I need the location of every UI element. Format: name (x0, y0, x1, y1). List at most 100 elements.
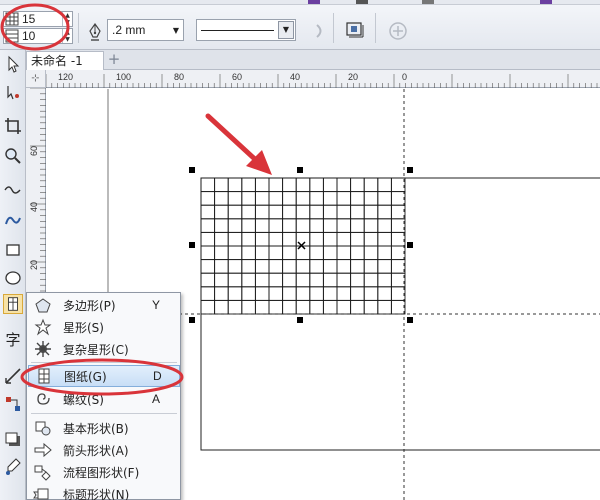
polygon-tool-icon[interactable] (3, 294, 23, 314)
pick-tool-icon[interactable] (3, 54, 23, 74)
graph-paper-cell (254, 245, 270, 261)
selection-handle[interactable] (297, 167, 303, 173)
add-tab-icon[interactable]: + (106, 52, 122, 68)
graph-paper-cell (282, 286, 297, 301)
flyout-item-label: 图纸(G) (64, 369, 107, 384)
graph-paper-cell (322, 299, 338, 315)
graph-paper-cell (254, 231, 270, 247)
eyedropper-tool-icon[interactable] (3, 456, 23, 476)
smart-draw-tool-icon[interactable] (3, 210, 23, 230)
graph-paper-cell (336, 231, 352, 247)
rectangle-tool-icon[interactable] (3, 240, 23, 260)
dimension-tool-icon[interactable] (3, 366, 23, 386)
graph-paper-cell (214, 204, 229, 220)
graph-paper-cell (241, 245, 256, 261)
flyout-item-basic-shapes[interactable]: 基本形状(B) (28, 417, 180, 439)
flyout-item-star[interactable]: 星形(S) (28, 316, 180, 338)
selection-handle[interactable] (407, 167, 413, 173)
flyout-item-flowchart-shapes[interactable]: 流程图形状(F) (28, 461, 180, 483)
ruler-origin[interactable]: ⊹ (26, 70, 46, 88)
selection-handle[interactable] (407, 242, 413, 248)
outline-width-select[interactable]: .2 mm ▼ (107, 19, 184, 41)
line-style-select[interactable]: ▼ (196, 19, 296, 41)
zoom-tool-icon[interactable] (3, 146, 23, 166)
selection-handle[interactable] (189, 317, 195, 323)
graph-paper-cell (254, 272, 270, 288)
flyout-item-label: 箭头形状(A) (63, 443, 129, 458)
divider (31, 362, 177, 363)
flyout-item-complex-star[interactable]: 复杂星形(C) (28, 338, 180, 360)
graph-paper-cell (295, 177, 311, 193)
graph-paper-cell (309, 259, 324, 274)
selection-handle[interactable] (297, 317, 303, 323)
graph-paper-cell (363, 272, 379, 288)
center-marker-icon (297, 241, 306, 250)
ruler-label: 60 (232, 72, 243, 82)
shape-tool-icon[interactable] (3, 82, 23, 102)
graph-paper-cell (282, 231, 297, 247)
shadow-tool-icon[interactable] (3, 430, 23, 450)
flyout-item-graph-paper[interactable]: 图纸(G) D (28, 365, 180, 387)
rows-value[interactable]: 10 (19, 29, 62, 43)
crop-tool-icon[interactable] (3, 116, 23, 136)
graph-paper-cell (377, 259, 392, 274)
graph-paper-cell (282, 191, 297, 206)
graph-paper-cell (241, 177, 256, 193)
graph-paper-cell (200, 299, 216, 315)
flyout-item-banner-shapes[interactable]: 标题形状(N) (28, 483, 180, 500)
graph-paper-cell (214, 191, 229, 206)
flyout-item-arrow-shapes[interactable]: 箭头形状(A) (28, 439, 180, 461)
reverse-direction-icon[interactable] (310, 21, 330, 41)
graph-paper-cell (336, 191, 352, 206)
step-up-icon[interactable]: ▲ (63, 29, 72, 36)
chevron-down-icon[interactable]: ▼ (278, 21, 294, 39)
graph-paper-cell (227, 231, 243, 247)
connector-tool-icon[interactable] (3, 394, 23, 414)
graph-paper-cell (309, 245, 324, 261)
freehand-tool-icon[interactable] (3, 180, 23, 200)
graph-paper-cell (254, 286, 270, 301)
graph-paper-cell (309, 204, 324, 220)
chevron-down-icon[interactable]: ▼ (169, 26, 183, 35)
graph-paper-cell (295, 218, 311, 233)
color-swatch[interactable] (308, 0, 320, 4)
graph-paper-cell (390, 177, 406, 193)
document-tab[interactable]: 未命名 -1 (26, 51, 104, 70)
graph-paper-cell (282, 204, 297, 220)
graph-paper-cell (390, 272, 406, 288)
color-swatch[interactable] (356, 0, 368, 4)
columns-spinbox[interactable]: 15 ▲ ▼ (3, 11, 73, 27)
flyout-item-polygon[interactable]: 多边形(P) Y (28, 294, 180, 316)
rows-spinbox[interactable]: 10 ▲ ▼ (3, 28, 73, 44)
flyout-item-label: 星形(S) (63, 320, 104, 335)
graph-paper-cell (322, 218, 338, 233)
horizontal-ruler[interactable]: 120 100 80 60 40 20 0 (46, 70, 600, 88)
text-tool-icon[interactable]: 字 (3, 330, 23, 350)
flyout-item-spiral[interactable]: 螺纹(S) A (28, 388, 180, 410)
graph-paper-cell (363, 259, 379, 274)
color-swatch[interactable] (422, 0, 434, 4)
columns-value[interactable]: 15 (19, 12, 62, 26)
wrap-text-icon[interactable] (345, 20, 365, 40)
selection-handle[interactable] (407, 317, 413, 323)
add-icon[interactable] (388, 21, 408, 41)
step-down-icon[interactable]: ▼ (63, 19, 72, 26)
color-swatch[interactable] (540, 0, 552, 4)
graph-paper-cell (227, 286, 243, 301)
ellipse-tool-icon[interactable] (3, 268, 23, 288)
flyout-item-label: 多边形(P) (63, 298, 116, 313)
graph-paper-cell (322, 177, 338, 193)
graph-paper-cell (241, 204, 256, 220)
rows-stepper[interactable]: ▲ ▼ (62, 29, 72, 43)
graph-paper-cell (254, 177, 270, 193)
columns-stepper[interactable]: ▲ ▼ (62, 12, 72, 26)
selection-handle[interactable] (189, 167, 195, 173)
graph-paper-cell (254, 191, 270, 206)
graph-paper-cell (322, 231, 338, 247)
step-down-icon[interactable]: ▼ (63, 36, 72, 43)
graph-paper-cell (350, 204, 365, 220)
step-up-icon[interactable]: ▲ (63, 12, 72, 19)
graph-paper-cell (309, 299, 324, 315)
selection-handle[interactable] (189, 242, 195, 248)
complex-star-icon (35, 341, 51, 357)
